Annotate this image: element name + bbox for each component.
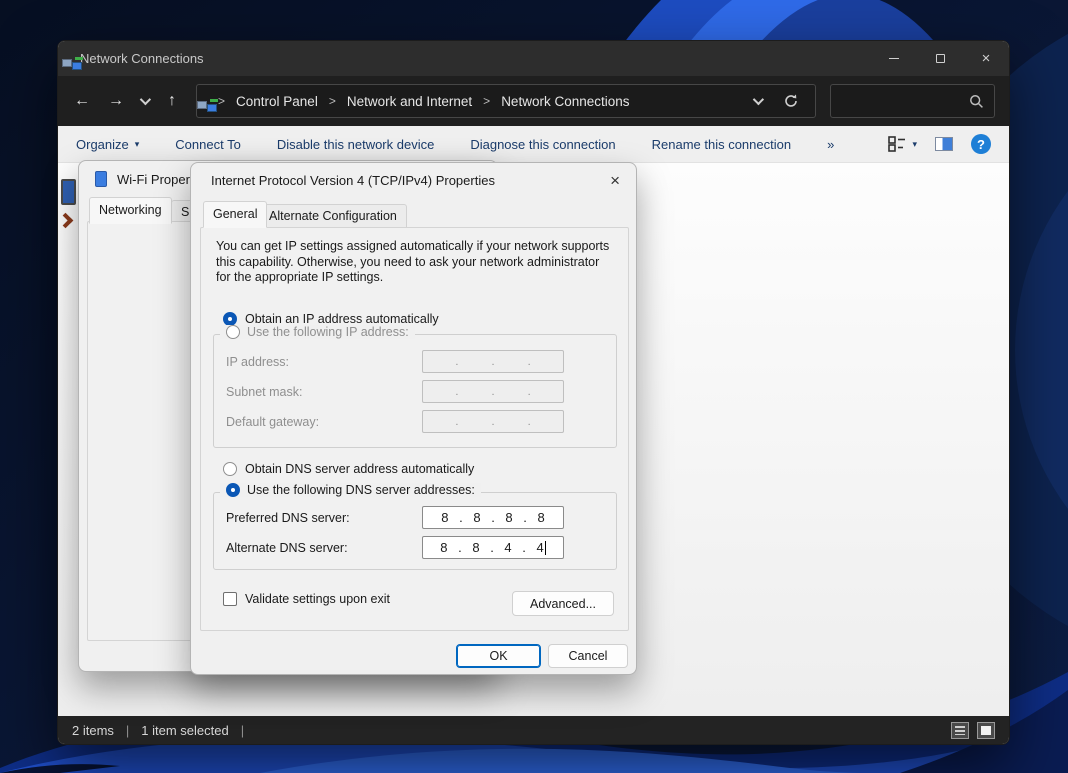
ipv4-dialog-title: Internet Protocol Version 4 (TCP/IPv4) P… — [211, 173, 495, 188]
breadcrumb-separator: > — [326, 94, 339, 108]
text-caret — [545, 541, 546, 555]
radio-obtain-ip-label: Obtain an IP address automatically — [245, 312, 439, 326]
alternate-dns-field[interactable]: 8 . 8 . 4 . 4 — [422, 536, 564, 559]
tab-alternate-configuration[interactable]: Alternate Configuration — [259, 204, 407, 228]
icons-view-button[interactable] — [977, 722, 995, 739]
tab-general[interactable]: General — [203, 201, 267, 228]
tab-networking[interactable]: Networking — [89, 197, 172, 224]
status-separator: | — [241, 723, 244, 738]
view-options-icon — [888, 136, 906, 152]
organize-caret-icon: ▾ — [135, 139, 140, 150]
organize-label: Organize — [76, 137, 129, 152]
search-input[interactable] — [830, 84, 995, 118]
use-ip-group: Use the following IP address: IP address… — [213, 334, 617, 448]
window-title: Network Connections — [80, 51, 204, 66]
forward-button[interactable]: → — [106, 92, 126, 110]
status-separator: | — [126, 723, 129, 738]
up-button[interactable]: ↑ — [162, 92, 182, 110]
close-button[interactable]: × — [963, 41, 1009, 76]
breadcrumb-control-panel[interactable]: Control Panel — [236, 94, 318, 109]
details-view-button[interactable] — [951, 722, 969, 739]
refresh-icon[interactable] — [783, 93, 799, 109]
rename-connection-command[interactable]: Rename this connection — [652, 137, 791, 152]
icons-view-icon — [981, 726, 991, 735]
organize-menu[interactable]: Organize ▾ — [76, 137, 139, 152]
titlebar[interactable]: Network Connections × — [58, 41, 1009, 76]
status-bar: 2 items | 1 item selected | — [58, 716, 1009, 744]
ipv4-properties-dialog: Internet Protocol Version 4 (TCP/IPv4) P… — [190, 162, 637, 675]
selected-count: 1 item selected — [141, 723, 228, 738]
use-dns-group: Use the following DNS server addresses: … — [213, 492, 617, 570]
radio-use-ip[interactable] — [226, 325, 240, 339]
cancel-button[interactable]: Cancel — [548, 644, 628, 668]
navigation-bar: ← → ↑ > Control Panel > Network and Inte… — [58, 76, 1009, 126]
radio-use-ip-label: Use the following IP address: — [247, 325, 409, 339]
change-view-button[interactable]: ▾ — [888, 136, 917, 152]
items-count: 2 items — [72, 723, 114, 738]
preview-pane-button[interactable] — [935, 137, 953, 151]
maximize-icon — [936, 54, 945, 63]
radio-obtain-dns-label: Obtain DNS server address automatically — [245, 462, 474, 476]
recent-locations-chevron-icon[interactable] — [140, 94, 151, 105]
alternate-dns-label: Alternate DNS server: — [226, 541, 348, 555]
address-dropdown-chevron-icon[interactable] — [753, 94, 764, 105]
default-gateway-label: Default gateway: — [226, 415, 319, 429]
details-view-icon — [955, 726, 965, 735]
search-icon — [969, 94, 984, 109]
preferred-dns-label: Preferred DNS server: — [226, 511, 350, 525]
wifi-adapter-icon — [95, 171, 107, 187]
alternate-dns-value: 8 . 8 . 4 . 4 — [440, 540, 543, 555]
disable-device-command[interactable]: Disable this network device — [277, 137, 435, 152]
close-icon: × — [982, 51, 991, 66]
network-item-icon-fragment — [61, 179, 76, 205]
address-bar[interactable]: > Control Panel > Network and Internet >… — [196, 84, 816, 118]
breadcrumb-network-and-internet[interactable]: Network and Internet — [347, 94, 472, 109]
dialog-close-icon[interactable]: × — [610, 171, 620, 191]
minimize-button[interactable] — [871, 41, 917, 76]
ip-address-field: . . . — [422, 350, 564, 373]
advanced-button[interactable]: Advanced... — [512, 591, 614, 616]
radio-obtain-dns[interactable] — [223, 462, 237, 476]
view-caret-icon: ▾ — [912, 139, 917, 150]
radio-use-dns[interactable] — [226, 483, 240, 497]
minimize-icon — [889, 58, 899, 59]
preferred-dns-value: 8 . 8 . 8 . 8 — [441, 510, 544, 525]
intro-text: You can get IP settings assigned automat… — [216, 239, 610, 286]
breadcrumb-separator: > — [480, 94, 493, 108]
command-toolbar: Organize ▾ Connect To Disable this netwo… — [58, 126, 1009, 163]
subnet-mask-label: Subnet mask: — [226, 385, 302, 399]
toolbar-overflow-button[interactable]: » — [827, 137, 834, 152]
validate-checkbox[interactable] — [223, 592, 237, 606]
maximize-button[interactable] — [917, 41, 963, 76]
validate-label: Validate settings upon exit — [245, 592, 390, 606]
preferred-dns-field[interactable]: 8 . 8 . 8 . 8 — [422, 506, 564, 529]
subnet-mask-field: . . . — [422, 380, 564, 403]
breadcrumb-network-connections[interactable]: Network Connections — [501, 94, 629, 109]
default-gateway-field: . . . — [422, 410, 564, 433]
radio-obtain-ip[interactable] — [223, 312, 237, 326]
help-button[interactable]: ? — [971, 134, 991, 154]
back-button[interactable]: ← — [72, 92, 92, 110]
radio-use-dns-label: Use the following DNS server addresses: — [247, 483, 475, 497]
ip-address-label: IP address: — [226, 355, 289, 369]
diagnose-connection-command[interactable]: Diagnose this connection — [470, 137, 615, 152]
ok-button[interactable]: OK — [456, 644, 541, 668]
connect-to-command[interactable]: Connect To — [175, 137, 241, 152]
disconnected-x-icon-fragment — [58, 213, 74, 229]
